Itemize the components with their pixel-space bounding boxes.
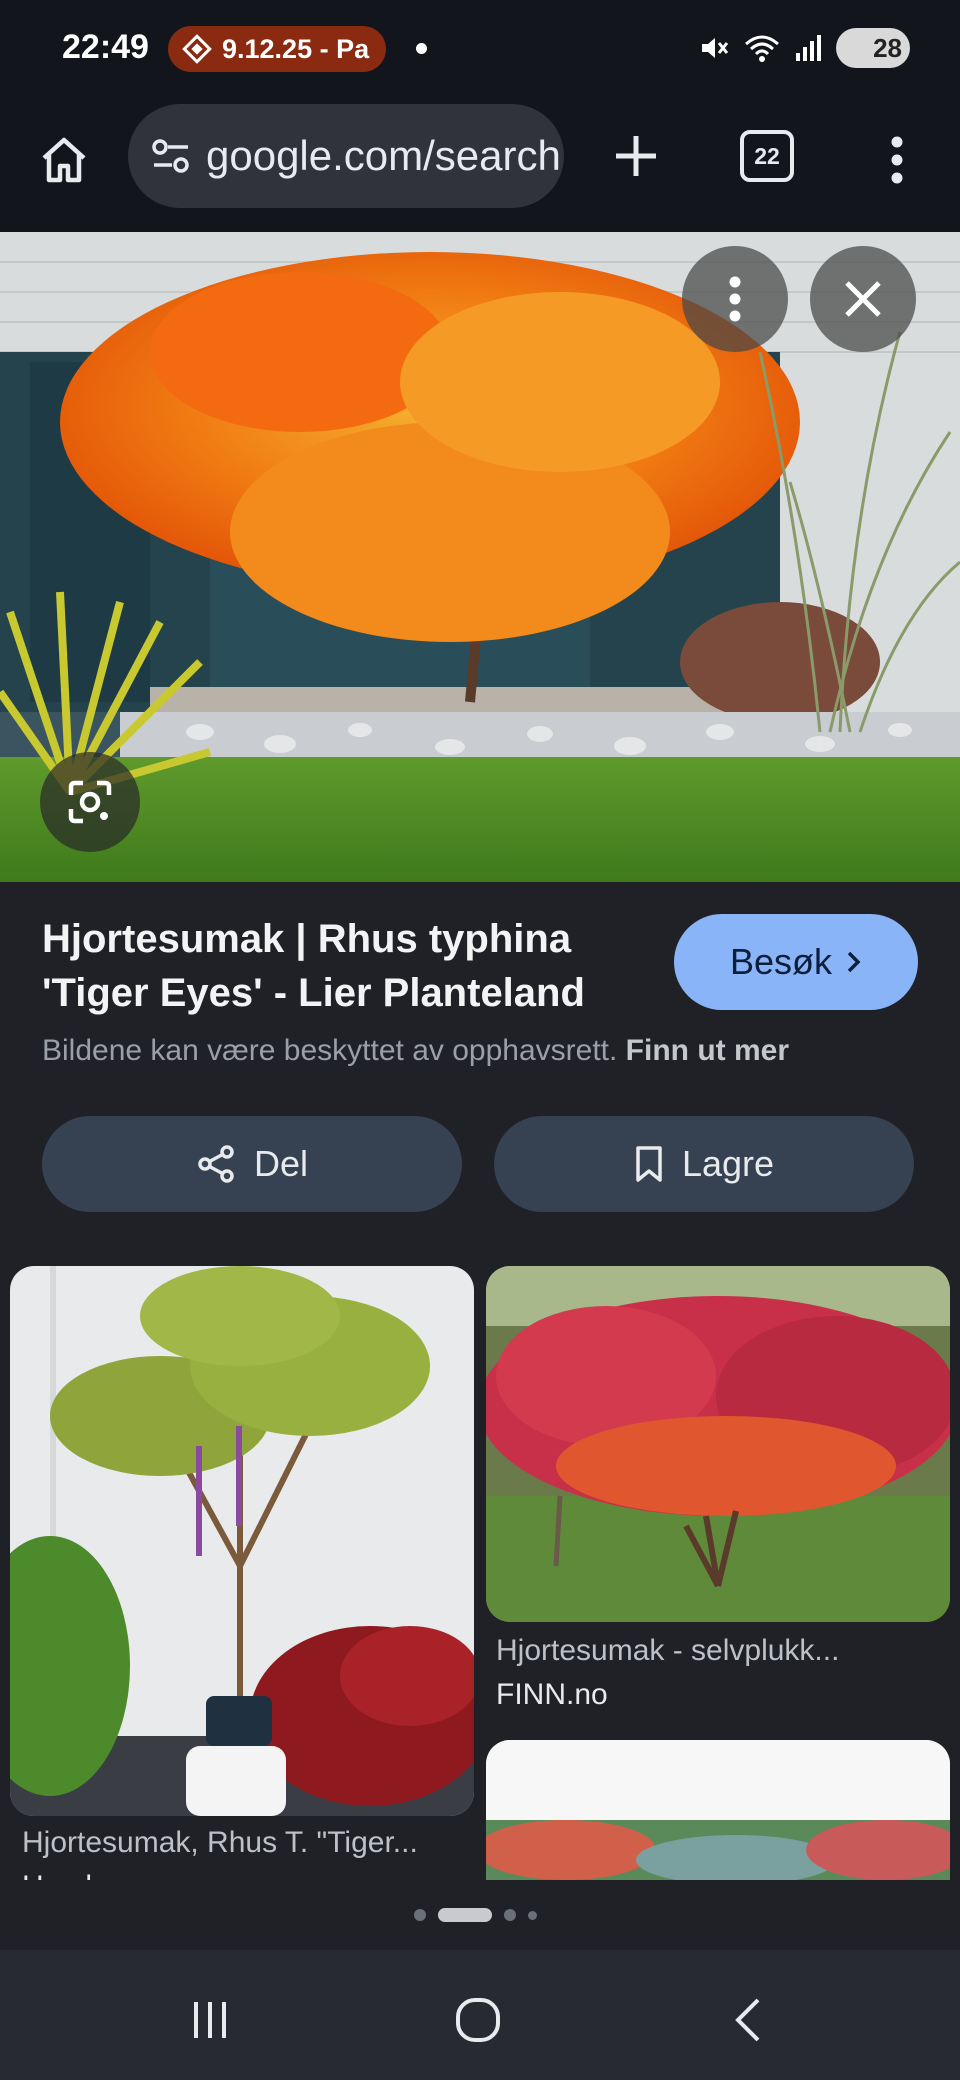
system-nav-bar: [0, 1950, 960, 2080]
result-title[interactable]: Hjortesumak | Rhus typhina 'Tiger Eyes' …: [42, 912, 642, 1020]
page-dot-active: [438, 1908, 492, 1922]
battery-level: 28: [873, 32, 902, 63]
home-button[interactable]: [34, 130, 94, 190]
share-button[interactable]: Del: [42, 1116, 462, 1212]
page-indicator: [414, 1908, 537, 1922]
lens-icon: [68, 780, 112, 824]
recent-apps-button[interactable]: [170, 1980, 250, 2060]
share-label: Del: [253, 1143, 309, 1184]
more-vert-icon: [891, 136, 903, 184]
close-preview-button[interactable]: [810, 246, 916, 352]
new-tab-button[interactable]: [604, 124, 668, 188]
sumac-photo-partial: [486, 1740, 950, 1880]
home-nav-button[interactable]: [438, 1980, 518, 2060]
tab-switcher-button[interactable]: 22: [740, 130, 794, 182]
red-sumac-photo: [486, 1266, 950, 1622]
browser-menu-button[interactable]: [870, 130, 924, 190]
potted-sumac-photo: [10, 1266, 474, 1816]
back-button[interactable]: [708, 1980, 788, 2060]
notification-dot: [416, 43, 427, 54]
related-title-2[interactable]: Hjortesumak - selvplukk...: [496, 1634, 916, 1668]
battery-indicator: 28: [836, 28, 910, 68]
visit-button[interactable]: Besøk: [674, 914, 918, 1010]
sumac-tree-photo: [0, 232, 960, 882]
related-image-1[interactable]: [10, 1266, 474, 1816]
related-source-2[interactable]: FINN.no: [496, 1678, 608, 1712]
tab-count: 22: [754, 142, 780, 169]
notification-pill[interactable]: 9.12.25 - Pa: [168, 26, 386, 72]
recents-icon: [194, 2002, 226, 2038]
save-label: Lagre: [681, 1143, 775, 1184]
chevron-right-icon: [847, 951, 861, 973]
copyright-notice: Bildene kan være beskyttet av opphavsret…: [42, 1034, 789, 1068]
copyright-text: Bildene kan være beskyttet av opphavsret…: [42, 1034, 618, 1067]
share-icon: [198, 1145, 234, 1183]
back-icon: [735, 1998, 760, 2042]
more-vert-icon: [729, 276, 741, 322]
home-circle-icon: [456, 1998, 500, 2042]
page-dot: [414, 1909, 426, 1921]
plus-icon: [616, 136, 656, 176]
lens-search-button[interactable]: [40, 752, 140, 852]
url-text: google.com/search: [206, 132, 561, 179]
bookmark-icon: [636, 1146, 662, 1182]
save-button[interactable]: Lagre: [494, 1116, 914, 1212]
related-image-2[interactable]: [486, 1266, 950, 1622]
learn-more-link[interactable]: Finn ut mer: [626, 1034, 789, 1067]
status-bar: 22:49 9.12.25 - Pa 28: [0, 0, 960, 100]
system-icons: 28: [698, 28, 910, 68]
site-settings-icon: [152, 139, 189, 173]
preview-image[interactable]: [0, 232, 960, 882]
wifi-icon: [745, 35, 779, 62]
browser-toolbar: google.com/search 22: [0, 100, 960, 232]
related-title-1[interactable]: Hjortesumak, Rhus T. "Tiger...: [22, 1826, 468, 1860]
address-bar[interactable]: google.com/search: [128, 104, 564, 208]
signal-icon: [796, 35, 821, 61]
home-icon: [42, 137, 86, 183]
notification-label: 9.12.25 - Pa: [222, 33, 370, 64]
page-dot: [504, 1909, 516, 1921]
visit-label: Besøk: [729, 941, 833, 982]
page-dot: [528, 1910, 537, 1920]
related-image-3[interactable]: [486, 1740, 950, 1880]
status-time: 22:49: [62, 28, 149, 66]
app-diamond-icon: [182, 34, 212, 64]
close-icon: [845, 281, 881, 317]
image-more-button[interactable]: [682, 246, 788, 352]
mute-icon: [702, 38, 729, 58]
